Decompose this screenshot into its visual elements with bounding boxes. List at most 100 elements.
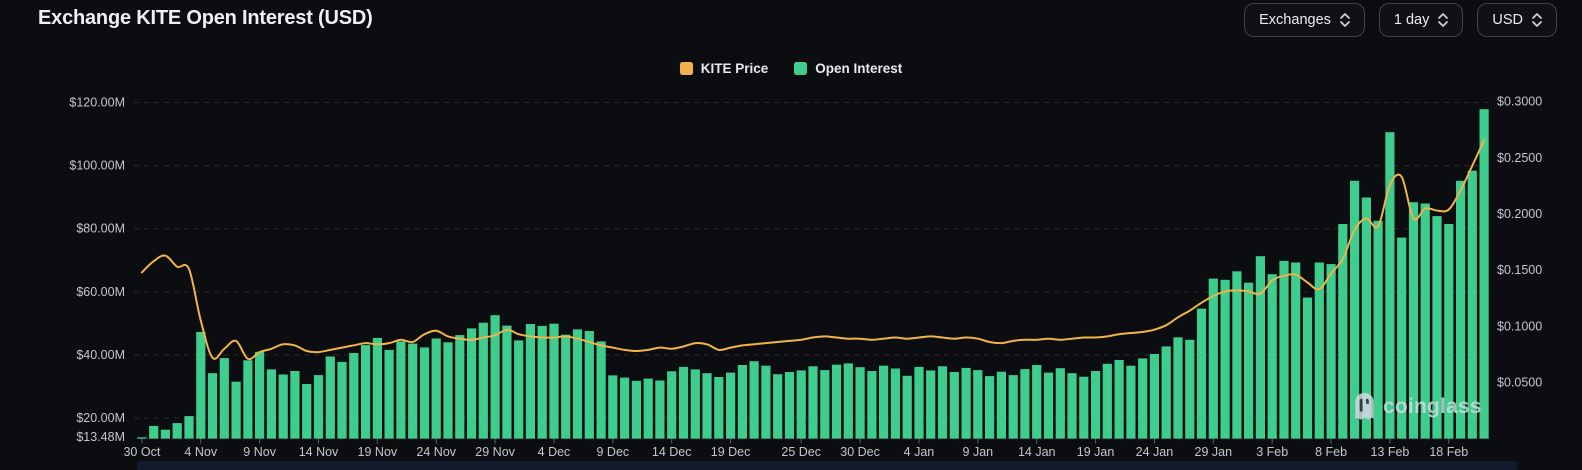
oi-bar xyxy=(808,366,817,438)
svg-text:14 Nov: 14 Nov xyxy=(299,445,339,459)
oi-bar xyxy=(326,357,335,439)
oi-bar xyxy=(1279,261,1288,439)
oi-bar xyxy=(844,363,853,438)
oi-bar xyxy=(408,344,417,439)
svg-text:9 Nov: 9 Nov xyxy=(243,445,276,459)
oi-bar xyxy=(714,377,723,439)
svg-text:9 Dec: 9 Dec xyxy=(597,445,630,459)
oi-bar xyxy=(361,345,370,439)
oi-bar xyxy=(1338,224,1347,439)
svg-text:$13.48M: $13.48M xyxy=(76,430,125,444)
oi-bar xyxy=(1468,171,1477,439)
svg-text:4 Dec: 4 Dec xyxy=(538,445,571,459)
oi-bar xyxy=(820,370,829,439)
oi-bar xyxy=(1456,181,1465,439)
oi-bar xyxy=(1056,368,1065,438)
oi-bar xyxy=(962,368,971,439)
oi-bar xyxy=(1480,109,1489,438)
oi-bar xyxy=(396,341,405,438)
oi-bar xyxy=(561,335,570,439)
oi-bar xyxy=(196,332,205,439)
oi-bar xyxy=(914,367,923,439)
oi-bar xyxy=(173,423,182,439)
oi-bar xyxy=(479,323,488,439)
oi-price-chart[interactable]: $120.00M$100.00M$80.00M$60.00M$40.00M$20… xyxy=(0,0,1582,470)
oi-bar xyxy=(926,370,935,438)
oi-bar xyxy=(549,324,558,439)
oi-bar xyxy=(644,379,653,439)
oi-bar xyxy=(1444,224,1453,439)
oi-bar xyxy=(279,375,288,439)
oi-bar xyxy=(879,366,888,439)
svg-text:3 Feb: 3 Feb xyxy=(1256,445,1288,459)
svg-text:8 Feb: 8 Feb xyxy=(1315,445,1347,459)
oi-bar xyxy=(1173,337,1182,438)
oi-bar xyxy=(314,375,323,439)
svg-text:$0.2500: $0.2500 xyxy=(1497,151,1542,165)
oi-bar xyxy=(785,372,794,439)
oi-bar xyxy=(1350,181,1359,439)
oi-bar xyxy=(597,341,606,438)
oi-bar xyxy=(867,371,876,439)
oi-bar xyxy=(302,384,311,439)
oi-bar xyxy=(255,352,264,439)
oi-bar xyxy=(655,381,664,439)
right-axis-labels: $0.3000$0.2500$0.2000$0.1500$0.1000$0.05… xyxy=(1497,95,1542,390)
open-interest-bars[interactable] xyxy=(137,109,1488,438)
oi-bar xyxy=(149,426,158,439)
svg-text:29 Nov: 29 Nov xyxy=(475,445,515,459)
svg-text:$20.00M: $20.00M xyxy=(76,411,125,425)
oi-bar xyxy=(1268,274,1277,438)
oi-bar xyxy=(267,369,276,438)
oi-bar xyxy=(679,367,688,439)
oi-bar xyxy=(702,373,711,438)
oi-bar xyxy=(1303,298,1312,439)
oi-bar xyxy=(455,335,464,439)
oi-bar xyxy=(290,371,299,439)
oi-bar xyxy=(1291,263,1300,439)
svg-text:$0.1500: $0.1500 xyxy=(1497,263,1542,277)
oi-bar xyxy=(1327,264,1336,439)
oi-bar xyxy=(1362,198,1371,439)
svg-text:25 Dec: 25 Dec xyxy=(781,445,821,459)
oi-bar xyxy=(950,372,959,439)
oi-bar xyxy=(761,366,770,439)
oi-bar xyxy=(337,362,346,439)
oi-bar xyxy=(373,338,382,439)
svg-text:$80.00M: $80.00M xyxy=(76,222,125,236)
chart-scrollbar[interactable] xyxy=(137,461,1517,470)
svg-text:18 Feb: 18 Feb xyxy=(1429,445,1468,459)
svg-text:19 Nov: 19 Nov xyxy=(358,445,398,459)
oi-bar xyxy=(1115,360,1124,439)
svg-text:24 Nov: 24 Nov xyxy=(416,445,456,459)
x-axis-labels: 30 Oct 4 Nov 9 Nov 14 Nov 19 Nov 24 Nov 29 Nov… xyxy=(123,439,1468,459)
oi-bar xyxy=(1079,377,1088,439)
oi-bar xyxy=(443,342,452,438)
oi-bar xyxy=(667,371,676,438)
oi-bar xyxy=(502,326,511,439)
svg-text:$0.0500: $0.0500 xyxy=(1497,375,1542,389)
oi-bar xyxy=(184,416,193,439)
oi-bar xyxy=(1256,256,1265,438)
oi-bar xyxy=(620,378,629,439)
oi-bar xyxy=(526,324,535,439)
oi-bar xyxy=(467,328,476,438)
oi-bar xyxy=(1150,354,1159,439)
oi-bar xyxy=(1374,221,1383,439)
svg-text:4 Nov: 4 Nov xyxy=(184,445,217,459)
svg-text:$40.00M: $40.00M xyxy=(76,348,125,362)
oi-bar xyxy=(1020,369,1029,439)
oi-bar xyxy=(773,374,782,438)
oi-bar xyxy=(385,350,394,439)
oi-bar xyxy=(137,437,146,438)
oi-bar xyxy=(208,373,217,438)
oi-bar xyxy=(856,367,865,438)
oi-bar xyxy=(632,381,641,439)
oi-bar xyxy=(1197,309,1206,439)
oi-bar xyxy=(538,326,547,439)
oi-bar xyxy=(1032,365,1041,439)
oi-bar xyxy=(973,370,982,439)
svg-text:30 Oct: 30 Oct xyxy=(123,445,160,459)
oi-bar xyxy=(1185,340,1194,439)
oi-bar xyxy=(1091,371,1100,439)
